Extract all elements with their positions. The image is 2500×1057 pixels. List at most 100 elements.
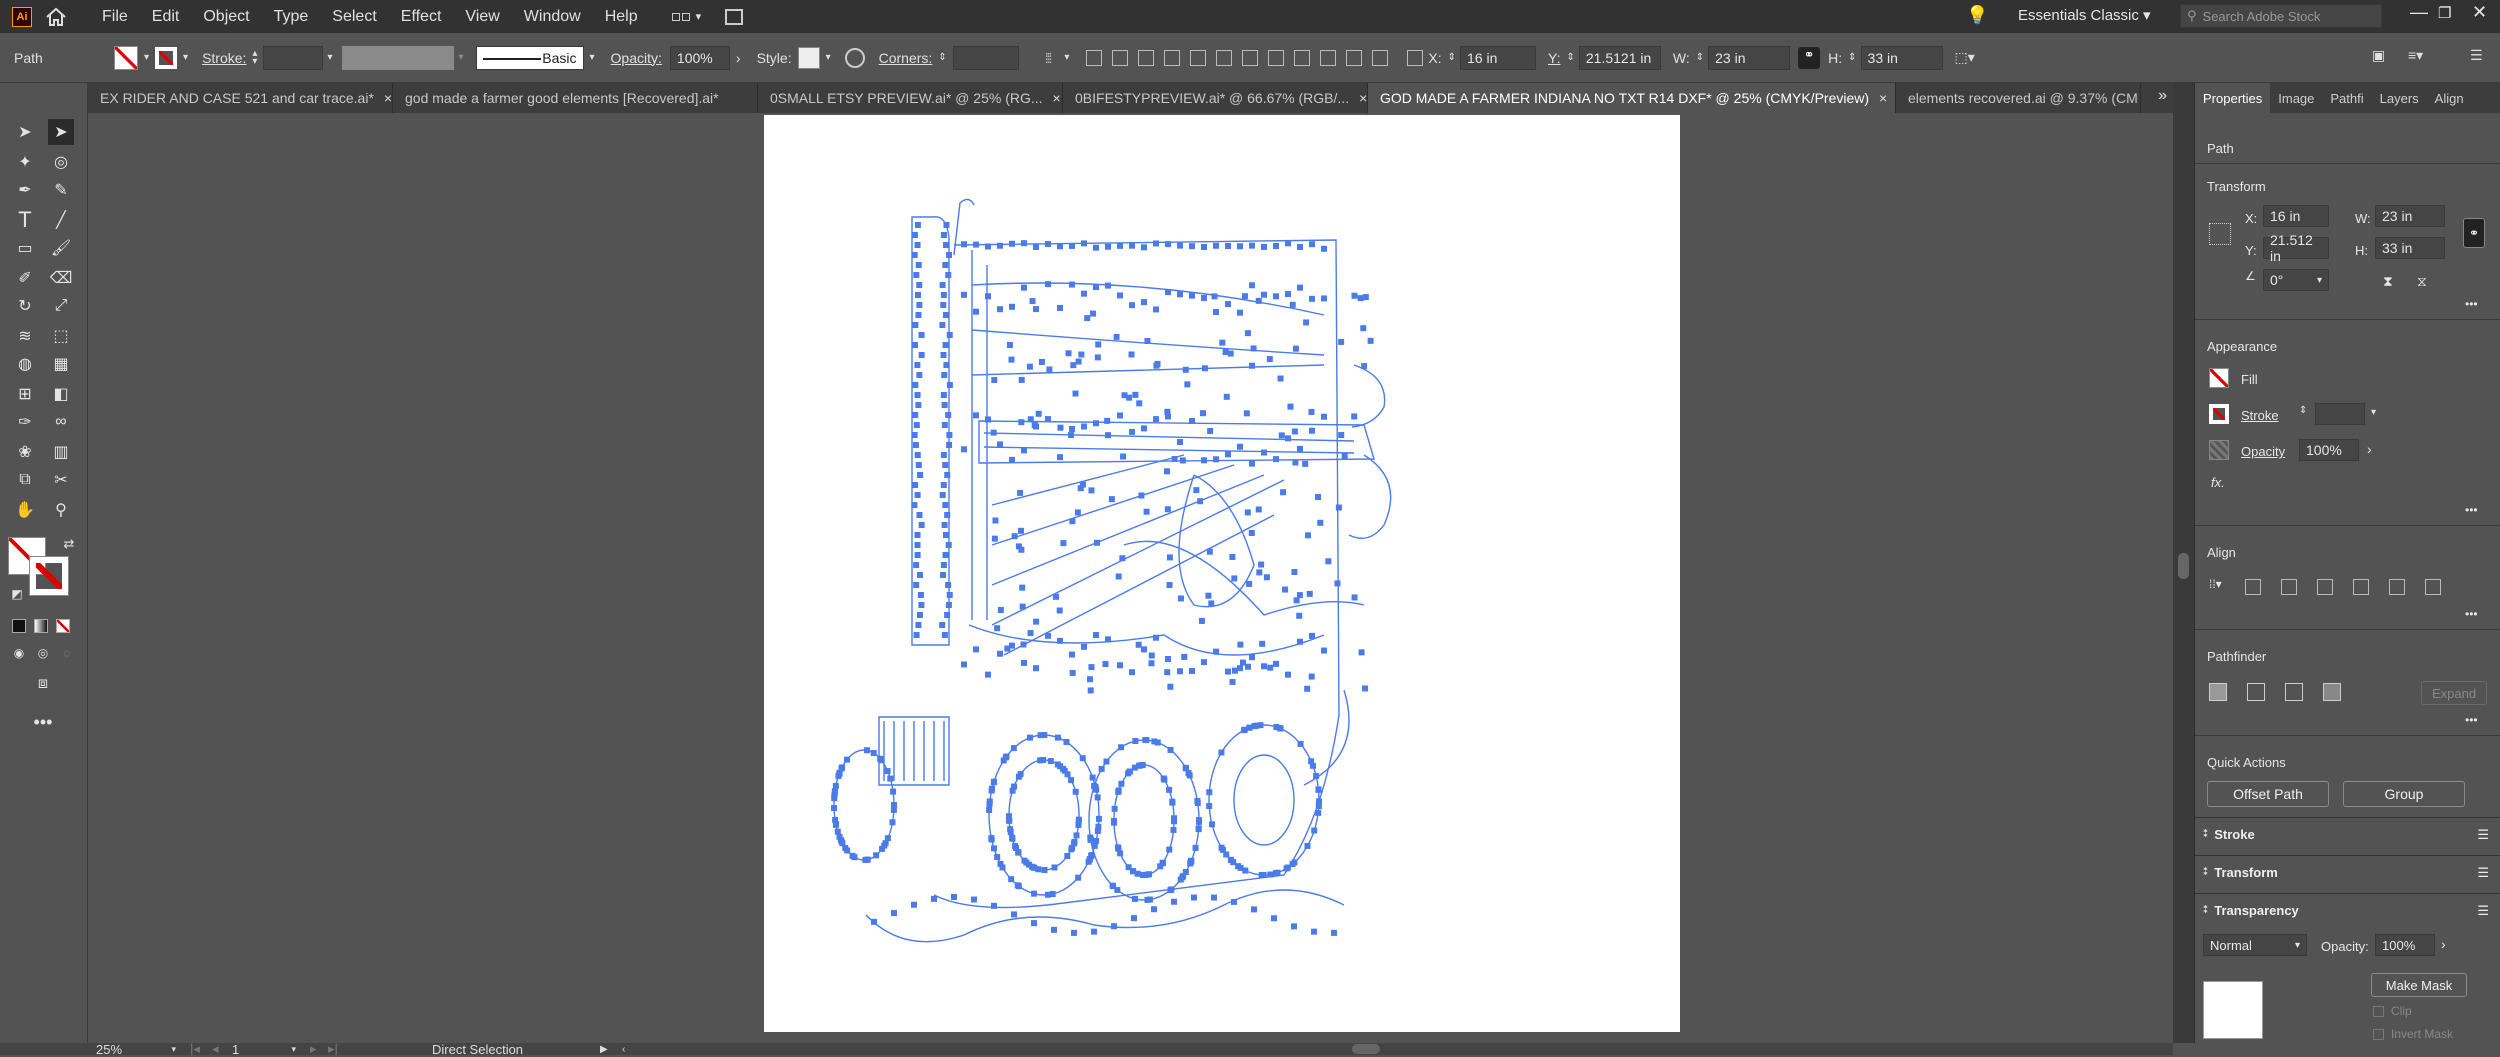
anchor-point[interactable] xyxy=(1241,293,1248,300)
menu-object[interactable]: Object xyxy=(191,8,261,26)
anchor-point[interactable] xyxy=(915,402,922,408)
blend-tool-icon[interactable]: ∞ xyxy=(48,409,74,435)
warp-tool-icon[interactable]: ≋ xyxy=(12,323,38,349)
status-menu-icon[interactable]: ▶ xyxy=(600,1043,608,1055)
anchor-point[interactable] xyxy=(1031,890,1038,897)
chevron-down-icon[interactable]: ▾ xyxy=(144,52,149,63)
anchor-point[interactable] xyxy=(1357,295,1364,302)
anchor-point[interactable] xyxy=(1113,333,1120,340)
anchor-point[interactable] xyxy=(1165,289,1171,296)
anchor-point[interactable] xyxy=(1362,685,1369,692)
anchor-point[interactable] xyxy=(1351,594,1358,601)
anchor-point[interactable] xyxy=(1141,646,1147,653)
anchor-point[interactable] xyxy=(1170,826,1177,833)
anchor-point[interactable] xyxy=(1189,292,1195,299)
anchor-point[interactable] xyxy=(1201,659,1207,666)
workspace-switcher[interactable]: Essentials Classic ▾ xyxy=(2018,6,2151,24)
anchor-point[interactable] xyxy=(1249,242,1255,249)
align-left-icon[interactable] xyxy=(1086,49,1103,66)
anchor-point[interactable] xyxy=(943,242,950,248)
anchor-point[interactable] xyxy=(1227,350,1234,357)
anchor-point[interactable] xyxy=(945,542,952,548)
minus-front-icon[interactable] xyxy=(2247,683,2265,701)
swap-fill-stroke-icon[interactable]: ⇄ xyxy=(56,531,82,557)
anchor-point[interactable] xyxy=(1021,240,1027,247)
anchor-point[interactable] xyxy=(1078,351,1085,358)
anchor-point[interactable] xyxy=(1244,663,1251,670)
anchor-point[interactable] xyxy=(1014,882,1021,889)
anchor-point[interactable] xyxy=(1189,243,1195,250)
anchor-point[interactable] xyxy=(915,312,922,318)
anchor-point[interactable] xyxy=(1361,363,1368,370)
anchor-point[interactable] xyxy=(914,222,921,228)
anchor-point[interactable] xyxy=(991,377,998,384)
anchor-point[interactable] xyxy=(1267,871,1274,878)
anchor-point[interactable] xyxy=(1081,290,1087,297)
stroke-panel-header[interactable]: ⁑ Stroke ☰ xyxy=(2195,817,2500,851)
rectangle-tool-icon[interactable]: ▭ xyxy=(12,235,38,261)
anchor-point[interactable] xyxy=(988,836,995,843)
anchor-point[interactable] xyxy=(834,828,841,835)
column-graph-tool-icon[interactable]: ▥ xyxy=(48,439,74,465)
anchor-point[interactable] xyxy=(914,542,921,548)
anchor-point[interactable] xyxy=(1068,777,1075,784)
tabs-overflow-icon[interactable]: » xyxy=(2158,87,2167,105)
anchor-point[interactable] xyxy=(1103,758,1110,765)
anchor-point[interactable] xyxy=(1088,487,1095,494)
anchor-point[interactable] xyxy=(1163,468,1170,475)
anchor-point[interactable] xyxy=(831,804,838,811)
anchor-point[interactable] xyxy=(1321,413,1327,420)
anchor-point[interactable] xyxy=(1129,242,1135,249)
anchor-point[interactable] xyxy=(1118,744,1125,751)
anchor-point[interactable] xyxy=(1134,870,1141,877)
flip-vertical-icon[interactable]: ⧖ xyxy=(2417,273,2427,290)
anchor-point[interactable] xyxy=(1021,447,1027,454)
anchor-point[interactable] xyxy=(916,372,923,378)
anchor-point[interactable] xyxy=(1296,612,1303,619)
anchor-point[interactable] xyxy=(1093,786,1100,793)
anchor-point[interactable] xyxy=(1189,418,1195,425)
anchor-point[interactable] xyxy=(1089,774,1096,781)
anchor-point[interactable] xyxy=(1151,738,1158,745)
anchor-point[interactable] xyxy=(1075,821,1082,828)
anchor-point[interactable] xyxy=(887,775,894,782)
chevron-down-icon[interactable]: ▾ xyxy=(183,52,188,63)
anchor-point[interactable] xyxy=(1309,295,1315,302)
anchor-point[interactable] xyxy=(1309,632,1315,639)
menu-window[interactable]: Window xyxy=(512,8,593,26)
search-stock-input[interactable]: ⚲ Search Adobe Stock xyxy=(2180,4,2382,28)
anchor-point[interactable] xyxy=(914,362,921,368)
anchor-point[interactable] xyxy=(1141,244,1147,251)
anchor-point[interactable] xyxy=(1141,871,1148,878)
anchor-point[interactable] xyxy=(1282,586,1289,593)
anchor-point[interactable] xyxy=(914,492,921,498)
invert-mask-checkbox[interactable] xyxy=(2373,1029,2384,1040)
anchor-point[interactable] xyxy=(940,352,947,358)
anchor-point[interactable] xyxy=(1057,243,1063,250)
anchor-point[interactable] xyxy=(961,291,967,298)
anchor-point[interactable] xyxy=(1095,341,1102,348)
anchor-point[interactable] xyxy=(1258,561,1265,568)
anchor-point[interactable] xyxy=(1126,394,1133,401)
anchor-point[interactable] xyxy=(916,512,923,518)
align-vertical-center-icon[interactable] xyxy=(1190,49,1207,66)
reference-point-icon[interactable] xyxy=(1407,49,1424,66)
doc-tab-active[interactable]: GOD MADE A FARMER INDIANA NO TXT R14 DXF… xyxy=(1368,83,1896,113)
anchor-point[interactable] xyxy=(1315,809,1322,816)
anchor-point[interactable] xyxy=(1170,816,1177,823)
doc-tab[interactable]: god made a farmer good elements [Recover… xyxy=(393,83,758,113)
chevron-down-icon[interactable]: ▾ xyxy=(826,52,831,63)
distribute-center-icon[interactable] xyxy=(1268,49,1285,66)
anchor-point[interactable] xyxy=(1237,864,1244,871)
anchor-point[interactable] xyxy=(1104,417,1111,424)
anchor-point[interactable] xyxy=(1278,432,1285,439)
anchor-point[interactable] xyxy=(1297,638,1303,645)
anchor-point[interactable] xyxy=(1186,772,1193,779)
anchor-point[interactable] xyxy=(1075,816,1082,823)
anchor-point[interactable] xyxy=(1249,362,1256,369)
stepper-icon[interactable]: ⇕ xyxy=(1448,52,1456,63)
anchor-point[interactable] xyxy=(941,522,948,528)
anchor-point[interactable] xyxy=(1009,787,1016,794)
anchor-point[interactable] xyxy=(1047,758,1054,765)
anchor-point[interactable] xyxy=(871,918,877,925)
